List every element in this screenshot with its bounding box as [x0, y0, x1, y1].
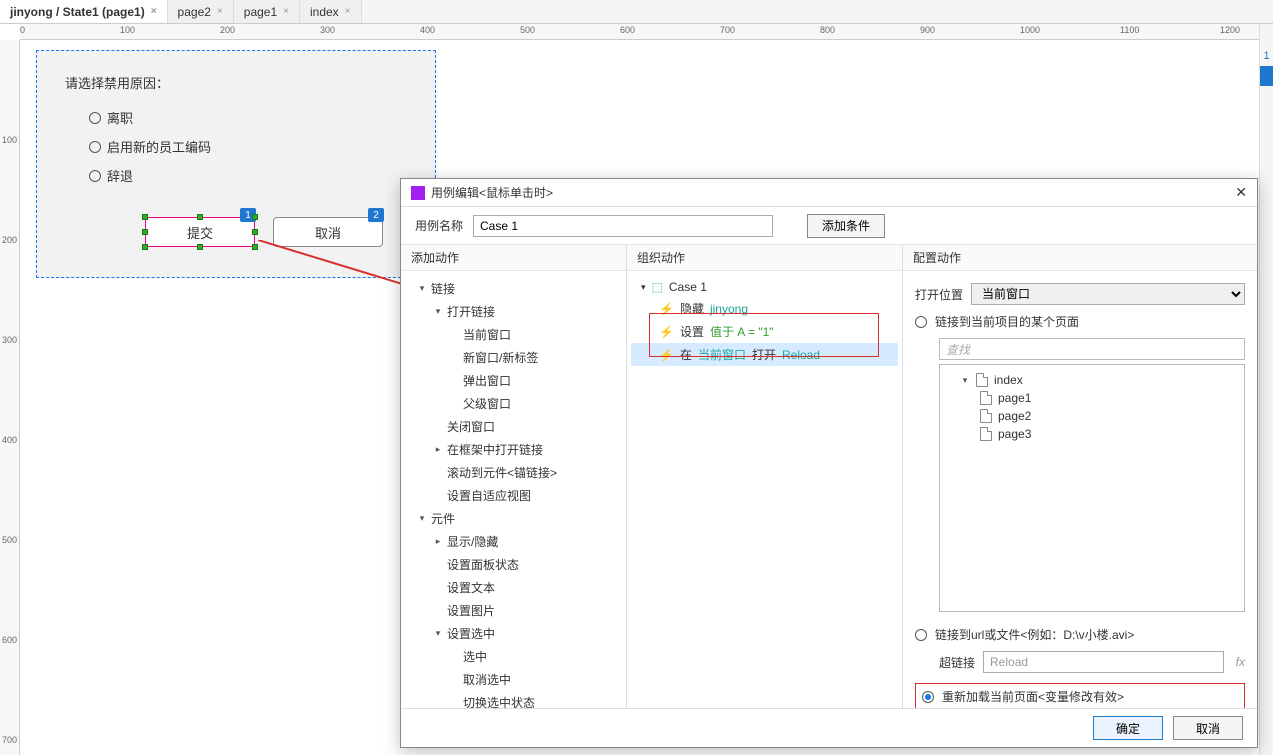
action-row[interactable]: ⚡设置 值于 A = "1" [631, 320, 898, 343]
close-icon[interactable]: × [151, 6, 157, 17]
case-name-label: 用例名称 [415, 217, 463, 234]
case-editor-dialog: 用例编辑<鼠标单击时> ✕ 用例名称 添加条件 添加动作 ▾链接 ▾打开链接 当… [400, 178, 1258, 748]
case-node[interactable]: ▾⬚Case 1 [631, 277, 898, 297]
radio-option[interactable]: 离职 [89, 108, 407, 127]
page-icon [980, 409, 992, 423]
bolt-icon: ⚡ [659, 348, 674, 362]
action-row[interactable]: ⚡隐藏 jinyong [631, 297, 898, 320]
case-name-input[interactable] [473, 215, 773, 237]
ok-button[interactable]: 确定 [1093, 716, 1163, 740]
page-icon [980, 427, 992, 441]
add-condition-button[interactable]: 添加条件 [807, 214, 885, 238]
organize-action-list[interactable]: ▾⬚Case 1 ⚡隐藏 jinyong ⚡设置 值于 A = "1" ⚡在 当… [627, 271, 902, 708]
right-panel-collapsed[interactable]: 1 [1259, 24, 1273, 755]
ruler-horizontal: 0100200300400500600700800900100011001200 [20, 24, 1273, 40]
footnote-badge: 2 [368, 208, 384, 222]
close-icon[interactable]: × [283, 6, 289, 17]
radio-icon [89, 170, 101, 182]
tab-page1[interactable]: page1× [234, 0, 300, 23]
page-search-input[interactable]: 查找 [939, 338, 1245, 360]
ruler-vertical: 100200300400500600700 [0, 40, 20, 755]
cancel-button[interactable]: 取消 2 [273, 217, 383, 247]
page-icon [976, 373, 988, 387]
prototype-panel[interactable]: 请选择禁用原因： 离职 启用新的员工编码 辞退 提交 1 取消 2 [36, 50, 436, 278]
action-tree[interactable]: ▾链接 ▾打开链接 当前窗口 新窗口/新标签 弹出窗口 父级窗口 关闭窗口 ▸在… [401, 271, 626, 708]
close-icon[interactable]: × [217, 6, 223, 17]
page-icon [980, 391, 992, 405]
add-action-header: 添加动作 [401, 245, 626, 271]
fx-button[interactable]: fx [1236, 655, 1245, 669]
page-tree[interactable]: ▾index page1 page2 page3 [939, 364, 1245, 612]
radio-icon [89, 112, 101, 124]
tab-page2[interactable]: page2× [168, 0, 234, 23]
organize-action-header: 组织动作 [627, 245, 902, 271]
radio-option[interactable]: 启用新的员工编码 [89, 137, 407, 156]
hyperlink-input[interactable] [983, 651, 1224, 673]
radio-icon [89, 141, 101, 153]
cancel-button[interactable]: 取消 [1173, 716, 1243, 740]
configure-action-header: 配置动作 [903, 245, 1257, 271]
tab-index[interactable]: index× [300, 0, 362, 23]
bolt-icon: ⚡ [659, 302, 674, 316]
configure-action-panel: 打开位置 当前窗口 链接到当前项目的某个页面 查找 ▾index page1 p… [903, 271, 1257, 708]
open-position-select[interactable]: 当前窗口 [971, 283, 1245, 305]
radio-link-url[interactable]: 链接到url或文件<例如：D:\v小楼.avi> [915, 622, 1245, 647]
open-position-label: 打开位置 [915, 286, 963, 303]
radio-link-project[interactable]: 链接到当前项目的某个页面 [915, 309, 1245, 334]
close-icon[interactable]: ✕ [1235, 184, 1247, 201]
panel-title: 请选择禁用原因： [65, 73, 407, 92]
tab-jinyong-state1[interactable]: jinyong / State1 (page1)× [0, 0, 168, 23]
app-logo-icon [411, 186, 425, 200]
radio-option[interactable]: 辞退 [89, 166, 407, 185]
hyperlink-label: 超链接 [939, 654, 975, 671]
document-tabs: jinyong / State1 (page1)× page2× page1× … [0, 0, 1273, 24]
dialog-title: 用例编辑<鼠标单击时> [431, 184, 553, 201]
radio-reload[interactable]: 重新加载当前页面<变量修改有效> [915, 683, 1245, 708]
action-row[interactable]: ⚡在 当前窗口 打开 Reload [631, 343, 898, 366]
bolt-icon: ⚡ [659, 325, 674, 339]
close-icon[interactable]: × [345, 6, 351, 17]
submit-button[interactable]: 提交 1 [145, 217, 255, 247]
